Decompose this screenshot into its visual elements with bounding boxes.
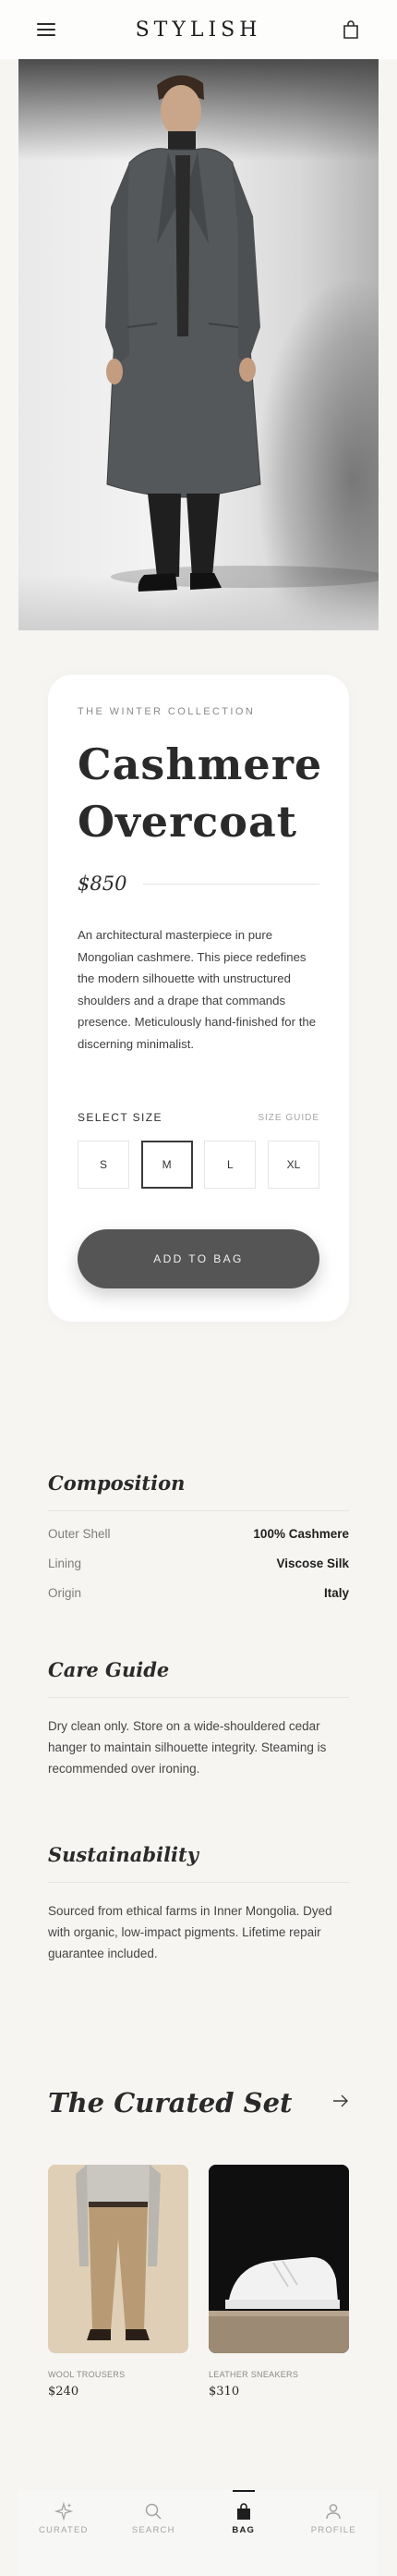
product-card: THE WINTER COLLECTION Cashmere Overcoat … xyxy=(48,675,349,1322)
product-category: LEATHER SNEAKERS xyxy=(209,2370,299,2379)
product-price: $310 xyxy=(209,2385,240,2399)
nav-label: CURATED xyxy=(38,2525,89,2535)
spec-label: Outer Shell xyxy=(48,1527,111,1541)
product-title-line-1: Cashmere xyxy=(78,739,323,789)
shopping-bag-icon[interactable] xyxy=(342,19,360,40)
size-option-xl[interactable]: XL xyxy=(267,1141,319,1189)
person-icon xyxy=(326,2504,341,2520)
search-icon xyxy=(146,2503,162,2520)
add-to-bag-button[interactable]: ADD TO BAG xyxy=(78,1229,319,1288)
app-header: STYLISH xyxy=(0,0,397,59)
size-option-s[interactable]: S xyxy=(78,1141,129,1189)
sustainability-heading: Sustainability xyxy=(48,1843,198,1866)
care-guide-text: Dry clean only. Store on a wide-shoulder… xyxy=(48,1719,327,1776)
spec-row-outer-shell: Outer Shell 100% Cashmere xyxy=(48,1527,349,1541)
price-row: $850 xyxy=(78,871,319,897)
nav-label: SEARCH xyxy=(131,2525,175,2535)
product-title: Cashmere Overcoat xyxy=(78,736,327,850)
care-guide-heading: Care Guide xyxy=(48,1658,170,1681)
nav-item-bag[interactable]: BAG xyxy=(207,2490,281,2535)
size-header: SELECT SIZE SIZE GUIDE xyxy=(78,1111,319,1124)
spec-label: Origin xyxy=(48,1586,82,1600)
spec-row-lining: Lining Viscose Silk xyxy=(48,1557,349,1570)
curated-item-trousers[interactable]: WOOL TROUSERS $240 xyxy=(48,2165,188,2399)
product-price: $240 xyxy=(48,2385,79,2399)
composition-heading: Composition xyxy=(48,1471,186,1495)
sustainability-divider xyxy=(48,1882,349,1883)
sneakers-image xyxy=(209,2165,349,2353)
size-option-m[interactable]: M xyxy=(140,1141,193,1189)
nav-item-search[interactable]: SEARCH xyxy=(116,2501,190,2535)
menu-icon[interactable] xyxy=(37,23,55,36)
care-guide-divider xyxy=(48,1697,349,1698)
collection-label: THE WINTER COLLECTION xyxy=(78,706,256,717)
size-selector: S M L XL xyxy=(78,1141,319,1189)
model-figure xyxy=(105,75,379,592)
curated-item-sneakers[interactable]: LEATHER SNEAKERS $310 xyxy=(209,2165,349,2399)
sustainability-text: Sourced from ethical farms in Inner Mong… xyxy=(48,1904,332,1960)
nav-item-curated[interactable]: CURATED xyxy=(27,2501,101,2535)
composition-divider xyxy=(48,1510,349,1511)
arrow-right-icon[interactable] xyxy=(332,2094,349,2107)
sparkle-icon xyxy=(54,2501,74,2521)
bottom-navigation: CURATED SEARCH BAG PROFILE xyxy=(18,2490,379,2576)
curated-set-heading: The Curated Set xyxy=(48,2087,293,2118)
brand-logo[interactable]: STYLISH xyxy=(136,18,262,42)
product-price: $850 xyxy=(78,873,127,895)
size-option-l[interactable]: L xyxy=(204,1141,257,1189)
spec-value: 100% Cashmere xyxy=(253,1527,349,1541)
nav-item-profile[interactable]: PROFILE xyxy=(296,2501,370,2535)
select-size-label: SELECT SIZE xyxy=(78,1111,162,1124)
nav-label: BAG xyxy=(232,2525,256,2535)
product-description: An architectural masterpiece in pure Mon… xyxy=(78,928,317,1051)
product-category: WOOL TROUSERS xyxy=(48,2370,126,2379)
trousers-image xyxy=(48,2165,188,2353)
size-guide-link[interactable]: SIZE GUIDE xyxy=(258,1113,319,1123)
product-title-line-2: Overcoat xyxy=(78,797,298,847)
nav-label: PROFILE xyxy=(310,2525,356,2535)
spec-value: Italy xyxy=(323,1586,349,1600)
price-divider xyxy=(143,883,319,885)
spec-label: Lining xyxy=(48,1557,82,1570)
spec-value: Viscose Silk xyxy=(276,1557,349,1570)
hero-image xyxy=(18,59,379,630)
spec-row-origin: Origin Italy xyxy=(48,1586,349,1600)
bag-icon xyxy=(236,2503,250,2520)
